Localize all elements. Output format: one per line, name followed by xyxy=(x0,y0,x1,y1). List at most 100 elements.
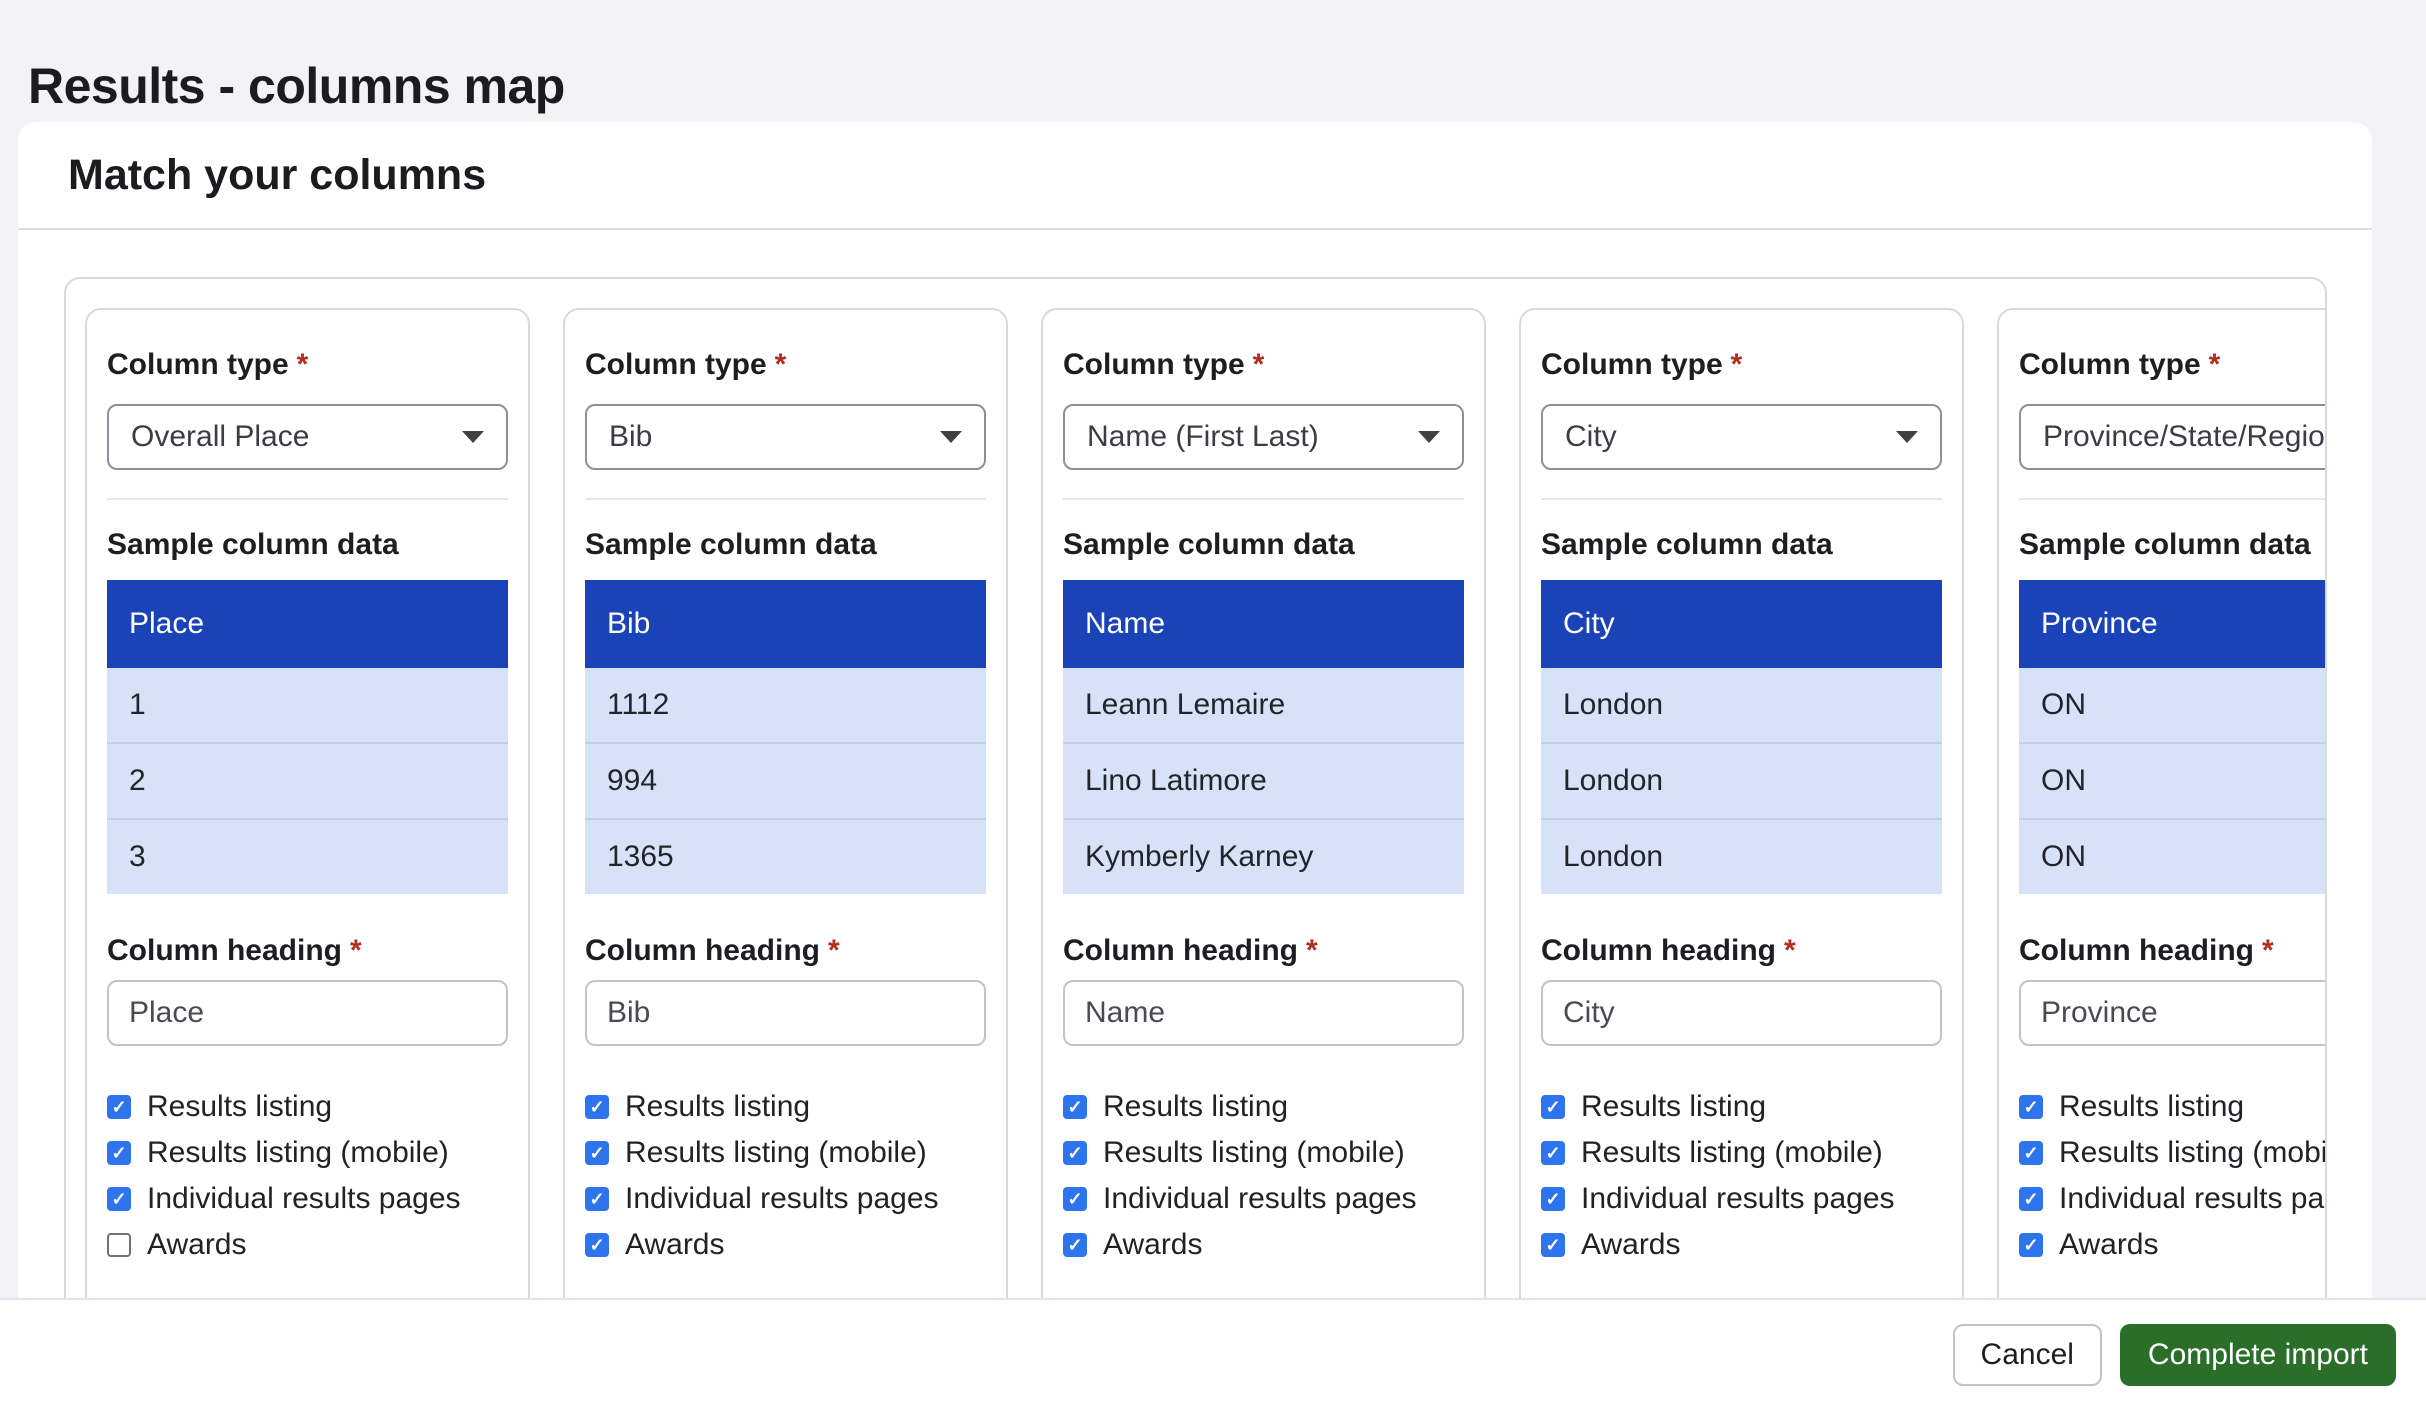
column-heading-input[interactable] xyxy=(585,980,986,1046)
table-row: 3 xyxy=(107,818,508,894)
required-asterisk: * xyxy=(775,348,787,381)
checkbox[interactable] xyxy=(1063,1233,1087,1257)
table-row: 1112 xyxy=(585,668,986,742)
column-heading-input[interactable] xyxy=(2019,980,2327,1046)
checkbox-row-awards[interactable]: Awards xyxy=(1541,1222,1942,1268)
checkbox-group: Results listing Results listing (mobile)… xyxy=(585,1084,986,1268)
checkbox[interactable] xyxy=(2019,1095,2043,1119)
divider xyxy=(585,498,986,500)
column-type-label-text: Column type xyxy=(107,348,289,381)
column-heading-label: Column heading* xyxy=(1063,932,1464,970)
column-card-4: Column type* City Sample column data Cit… xyxy=(1519,308,1964,1298)
checkbox[interactable] xyxy=(585,1233,609,1257)
checkbox[interactable] xyxy=(1063,1095,1087,1119)
checkbox[interactable] xyxy=(585,1187,609,1211)
column-type-select[interactable]: Overall Place xyxy=(107,404,508,470)
columns-scroll-container[interactable]: Column type* Overall Place Sample column… xyxy=(64,277,2327,1298)
checkbox-row-results-listing[interactable]: Results listing xyxy=(1063,1084,1464,1130)
column-heading-input[interactable] xyxy=(1063,980,1464,1046)
checkbox[interactable] xyxy=(1541,1141,1565,1165)
checkbox[interactable] xyxy=(1063,1141,1087,1165)
checkbox-row-individual-results-pages[interactable]: Individual results pages xyxy=(585,1176,986,1222)
table-row: Leann Lemaire xyxy=(1063,668,1464,742)
checkbox-row-individual-results-pages[interactable]: Individual results pages xyxy=(107,1176,508,1222)
column-heading-label: Column heading* xyxy=(1541,932,1942,970)
checkbox[interactable] xyxy=(1063,1187,1087,1211)
checkbox-row-awards[interactable]: Awards xyxy=(107,1222,508,1268)
checkbox-row-results-listing[interactable]: Results listing xyxy=(2019,1084,2327,1130)
table-row: Kymberly Karney xyxy=(1063,818,1464,894)
checkbox-label: Individual results pages xyxy=(1581,1182,1895,1216)
column-heading-input[interactable] xyxy=(107,980,508,1046)
checkbox-row-individual-results-pages[interactable]: Individual results pages xyxy=(2019,1176,2327,1222)
checkbox[interactable] xyxy=(1541,1187,1565,1211)
column-heading-input[interactable] xyxy=(1541,980,1942,1046)
column-type-select[interactable]: City xyxy=(1541,404,1942,470)
checkbox-label: Results listing xyxy=(625,1090,810,1124)
column-type-label: Column type* xyxy=(107,346,508,384)
column-heading-label-text: Column heading xyxy=(585,934,820,967)
sample-table: Province ON ON ON xyxy=(2019,580,2327,894)
checkbox-row-results-listing-mobile[interactable]: Results listing (mobile) xyxy=(1541,1130,1942,1176)
panel-header: Match your columns xyxy=(18,122,2372,230)
checkbox-row-awards[interactable]: Awards xyxy=(1063,1222,1464,1268)
checkbox[interactable] xyxy=(107,1233,131,1257)
column-heading-label: Column heading* xyxy=(585,932,986,970)
checkbox[interactable] xyxy=(107,1141,131,1165)
checkbox[interactable] xyxy=(1541,1233,1565,1257)
sample-data-label: Sample column data xyxy=(1541,526,1942,564)
checkbox-label: Awards xyxy=(147,1228,247,1262)
checkbox-row-results-listing-mobile[interactable]: Results listing (mobile) xyxy=(1063,1130,1464,1176)
column-type-label-text: Column type xyxy=(2019,348,2201,381)
checkbox[interactable] xyxy=(585,1141,609,1165)
required-asterisk: * xyxy=(1253,348,1265,381)
column-type-label-text: Column type xyxy=(1063,348,1245,381)
checkbox-label: Individual results pages xyxy=(625,1182,939,1216)
column-card-2: Column type* Bib Sample column data Bib … xyxy=(563,308,1008,1298)
checkbox-group: Results listing Results listing (mobile)… xyxy=(1541,1084,1942,1268)
checkbox-group: Results listing Results listing (mobile)… xyxy=(1063,1084,1464,1268)
chevron-down-icon xyxy=(1896,431,1918,443)
cancel-button[interactable]: Cancel xyxy=(1953,1324,2102,1386)
sample-table: Name Leann Lemaire Lino Latimore Kymberl… xyxy=(1063,580,1464,894)
table-row: 1 xyxy=(107,668,508,742)
sample-table-header: Province xyxy=(2019,580,2327,668)
table-row: 994 xyxy=(585,742,986,818)
divider xyxy=(1063,498,1464,500)
required-asterisk: * xyxy=(828,934,840,967)
sample-data-label: Sample column data xyxy=(1063,526,1464,564)
checkbox-row-awards[interactable]: Awards xyxy=(2019,1222,2327,1268)
checkbox[interactable] xyxy=(107,1187,131,1211)
checkbox-label: Results listing xyxy=(2059,1090,2244,1124)
table-row: 1365 xyxy=(585,818,986,894)
column-type-select[interactable]: Province/State/Region xyxy=(2019,404,2327,470)
checkbox[interactable] xyxy=(2019,1233,2043,1257)
column-type-select[interactable]: Bib xyxy=(585,404,986,470)
checkbox-row-results-listing-mobile[interactable]: Results listing (mobile) xyxy=(2019,1130,2327,1176)
checkbox-row-results-listing[interactable]: Results listing xyxy=(107,1084,508,1130)
table-row: ON xyxy=(2019,668,2327,742)
column-type-label: Column type* xyxy=(1063,346,1464,384)
column-type-select[interactable]: Name (First Last) xyxy=(1063,404,1464,470)
complete-import-button[interactable]: Complete import xyxy=(2120,1324,2396,1386)
checkbox[interactable] xyxy=(585,1095,609,1119)
table-row: Lino Latimore xyxy=(1063,742,1464,818)
checkbox[interactable] xyxy=(1541,1095,1565,1119)
column-type-label-text: Column type xyxy=(585,348,767,381)
checkbox-row-individual-results-pages[interactable]: Individual results pages xyxy=(1541,1176,1942,1222)
checkbox-row-results-listing[interactable]: Results listing xyxy=(585,1084,986,1130)
checkbox[interactable] xyxy=(2019,1187,2043,1211)
checkbox-row-results-listing-mobile[interactable]: Results listing (mobile) xyxy=(585,1130,986,1176)
checkbox-row-results-listing-mobile[interactable]: Results listing (mobile) xyxy=(107,1130,508,1176)
checkbox[interactable] xyxy=(107,1095,131,1119)
sample-table-header: City xyxy=(1541,580,1942,668)
checkbox-row-individual-results-pages[interactable]: Individual results pages xyxy=(1063,1176,1464,1222)
column-heading-label-text: Column heading xyxy=(107,934,342,967)
column-heading-label: Column heading* xyxy=(2019,932,2327,970)
checkbox-row-awards[interactable]: Awards xyxy=(585,1222,986,1268)
checkbox[interactable] xyxy=(2019,1141,2043,1165)
column-type-label-text: Column type xyxy=(1541,348,1723,381)
checkbox-row-results-listing[interactable]: Results listing xyxy=(1541,1084,1942,1130)
table-row: London xyxy=(1541,818,1942,894)
required-asterisk: * xyxy=(2262,934,2274,967)
